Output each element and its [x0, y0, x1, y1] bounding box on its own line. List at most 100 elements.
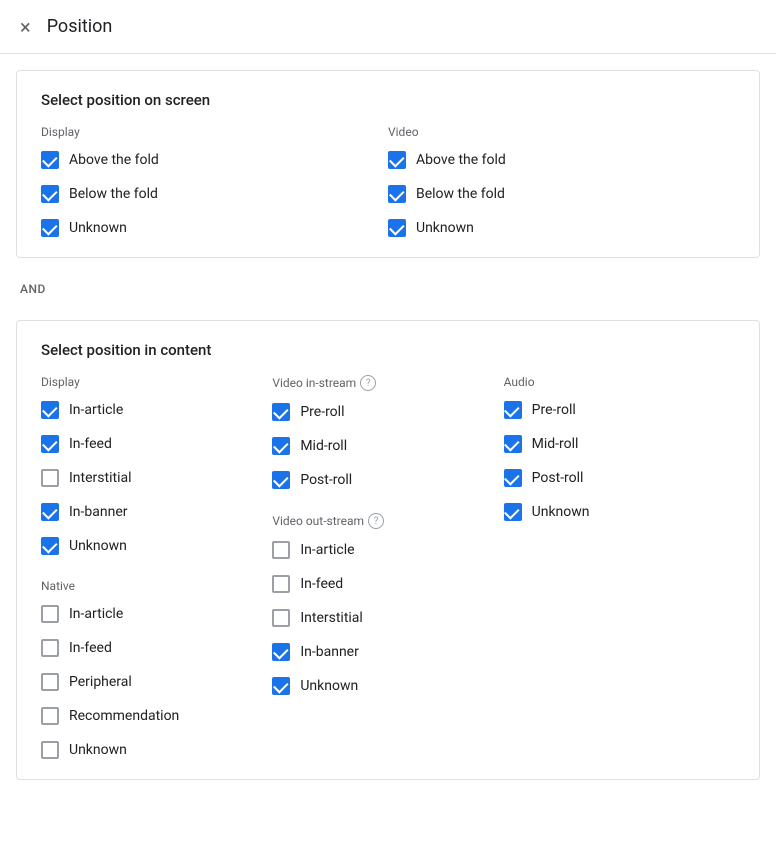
list-item: Interstitial — [272, 609, 503, 627]
checkbox-display-inarticle[interactable] — [41, 401, 59, 419]
list-item: In-article — [41, 401, 272, 419]
list-item: Above the fold — [41, 151, 388, 169]
video-instream-help-icon[interactable]: ? — [360, 375, 376, 391]
list-item: In-banner — [272, 643, 503, 661]
close-icon[interactable]: × — [20, 17, 31, 37]
screen-columns: Display Above the fold Below the fold Un… — [41, 125, 735, 237]
checkbox-label: Above the fold — [416, 152, 506, 168]
checkbox-native-inarticle[interactable] — [41, 605, 59, 623]
list-item: In-banner — [41, 503, 272, 521]
checkbox-instream-postroll[interactable] — [272, 471, 290, 489]
checkbox-label: In-feed — [69, 640, 112, 656]
content-middle-column: Video in-stream ? Pre-roll Mid-roll Post… — [272, 375, 503, 759]
main-content: Select position on screen Display Above … — [0, 70, 776, 780]
checkbox-label: Pre-roll — [532, 402, 576, 418]
list-item: Peripheral — [41, 673, 272, 691]
checkbox-label: Interstitial — [69, 470, 132, 486]
checkbox-label: Unknown — [69, 220, 127, 236]
list-item: In-feed — [41, 639, 272, 657]
list-item: Unknown — [504, 503, 735, 521]
list-item: Below the fold — [41, 185, 388, 203]
checkbox-display-unknown[interactable] — [41, 537, 59, 555]
list-item: In-article — [41, 605, 272, 623]
checkbox-screen-display-below[interactable] — [41, 185, 59, 203]
checkbox-audio-midroll[interactable] — [504, 435, 522, 453]
checkbox-outstream-infeed[interactable] — [272, 575, 290, 593]
checkbox-label: In-article — [300, 542, 354, 558]
checkbox-label: In-feed — [69, 436, 112, 452]
list-item: Interstitial — [41, 469, 272, 487]
list-item: Unknown — [41, 537, 272, 555]
list-item: Unknown — [272, 677, 503, 695]
header: × Position — [0, 0, 776, 54]
checkbox-label: Post-roll — [300, 472, 352, 488]
page-title: Position — [47, 16, 113, 37]
checkbox-native-infeed[interactable] — [41, 639, 59, 657]
content-left-column: Display In-article In-feed Interstitial … — [41, 375, 272, 759]
checkbox-audio-unknown[interactable] — [504, 503, 522, 521]
checkbox-screen-display-unknown[interactable] — [41, 219, 59, 237]
checkbox-native-unknown[interactable] — [41, 741, 59, 759]
checkbox-display-inbanner[interactable] — [41, 503, 59, 521]
video-outstream-help-icon[interactable]: ? — [368, 513, 384, 529]
list-item: Recommendation — [41, 707, 272, 725]
checkbox-label: In-article — [69, 606, 123, 622]
list-item: Pre-roll — [504, 401, 735, 419]
screen-display-label: Display — [41, 125, 388, 139]
content-audio-label: Audio — [504, 375, 735, 389]
checkbox-instream-midroll[interactable] — [272, 437, 290, 455]
checkbox-screen-video-unknown[interactable] — [388, 219, 406, 237]
list-item: Mid-roll — [272, 437, 503, 455]
checkbox-outstream-inarticle[interactable] — [272, 541, 290, 559]
checkbox-display-infeed[interactable] — [41, 435, 59, 453]
checkbox-label: Below the fold — [416, 186, 505, 202]
list-item: Post-roll — [272, 471, 503, 489]
list-item: In-feed — [272, 575, 503, 593]
checkbox-label: Mid-roll — [300, 438, 347, 454]
section-position-on-screen: Select position on screen Display Above … — [16, 70, 760, 258]
checkbox-display-interstitial[interactable] — [41, 469, 59, 487]
list-item: Below the fold — [388, 185, 735, 203]
list-item: Unknown — [388, 219, 735, 237]
list-item: Unknown — [41, 741, 272, 759]
checkbox-label: Recommendation — [69, 708, 179, 724]
checkbox-native-recommendation[interactable] — [41, 707, 59, 725]
list-item: In-feed — [41, 435, 272, 453]
screen-video-column: Video Above the fold Below the fold Unkn… — [388, 125, 735, 237]
content-columns: Display In-article In-feed Interstitial … — [41, 375, 735, 759]
checkbox-audio-preroll[interactable] — [504, 401, 522, 419]
checkbox-label: In-feed — [300, 576, 343, 592]
checkbox-label: Pre-roll — [300, 404, 344, 420]
list-item: Mid-roll — [504, 435, 735, 453]
checkbox-screen-video-below[interactable] — [388, 185, 406, 203]
checkbox-label: Peripheral — [69, 674, 132, 690]
checkbox-label: Unknown — [416, 220, 474, 236]
screen-video-label: Video — [388, 125, 735, 139]
checkbox-audio-postroll[interactable] — [504, 469, 522, 487]
checkbox-native-peripheral[interactable] — [41, 673, 59, 691]
list-item: In-article — [272, 541, 503, 559]
checkbox-screen-video-above[interactable] — [388, 151, 406, 169]
checkbox-label: Interstitial — [300, 610, 363, 626]
list-item: Unknown — [41, 219, 388, 237]
content-native-label: Native — [41, 579, 272, 593]
checkbox-label: Below the fold — [69, 186, 158, 202]
list-item: Pre-roll — [272, 403, 503, 421]
list-item: Above the fold — [388, 151, 735, 169]
list-item: Post-roll — [504, 469, 735, 487]
checkbox-label: Above the fold — [69, 152, 159, 168]
content-video-instream-label: Video in-stream ? — [272, 375, 503, 391]
checkbox-label: Unknown — [300, 678, 358, 694]
checkbox-outstream-interstitial[interactable] — [272, 609, 290, 627]
checkbox-outstream-inbanner[interactable] — [272, 643, 290, 661]
checkbox-label: Unknown — [532, 504, 590, 520]
checkbox-screen-display-above[interactable] — [41, 151, 59, 169]
checkbox-instream-preroll[interactable] — [272, 403, 290, 421]
section-position-in-content: Select position in content Display In-ar… — [16, 320, 760, 780]
section-title-screen: Select position on screen — [41, 91, 735, 109]
checkbox-label: In-banner — [69, 504, 128, 520]
checkbox-label: In-banner — [300, 644, 359, 660]
checkbox-label: Mid-roll — [532, 436, 579, 452]
content-video-outstream-label: Video out-stream ? — [272, 513, 503, 529]
checkbox-outstream-unknown[interactable] — [272, 677, 290, 695]
